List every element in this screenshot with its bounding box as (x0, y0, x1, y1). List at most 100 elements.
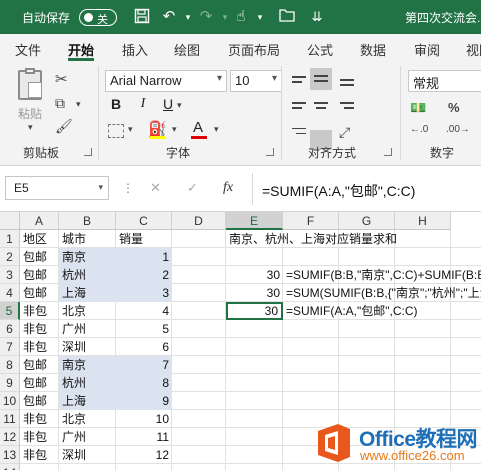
row-header-11[interactable]: 11 (0, 410, 20, 428)
cell-a2[interactable]: 包邮 (20, 248, 59, 266)
format-painter-icon[interactable]: 🖌 (55, 118, 73, 135)
row-header-7[interactable]: 7 (0, 338, 20, 356)
borders-dropdown-icon[interactable]: ▾ (128, 124, 133, 135)
cell-c7[interactable]: 6 (116, 338, 172, 356)
cell-e1[interactable]: 南京、杭州、上海对应销量求和 (226, 230, 400, 248)
cell-a5[interactable]: 非包 (20, 302, 59, 320)
cell-a4[interactable]: 包邮 (20, 284, 59, 302)
clipboard-launcher-icon[interactable] (84, 148, 92, 156)
cell-b12[interactable]: 广州 (59, 428, 116, 446)
enter-icon[interactable]: ✓ (187, 180, 198, 196)
orientation-icon[interactable]: ⤢ (339, 124, 350, 141)
open-folder-icon[interactable] (278, 8, 296, 26)
row-header-8[interactable]: 8 (0, 356, 20, 374)
cell-c10[interactable]: 9 (116, 392, 172, 410)
formula-input[interactable]: =SUMIF(A:A,"包邮",C:C) (262, 181, 415, 201)
row-header-14[interactable]: 14 (0, 464, 20, 470)
cell-b6[interactable]: 广州 (59, 320, 116, 338)
cell-c6[interactable]: 5 (116, 320, 172, 338)
font-name-select[interactable]: Arial Narrow ▾ (105, 70, 227, 92)
copy-dropdown-icon[interactable]: ▾ (76, 99, 81, 110)
cell-b11[interactable]: 北京 (59, 410, 116, 428)
cell-f3[interactable]: =SUMIF(B:B,"南京",C:C)+SUMIF(B:B,"杭州",C:C) (283, 266, 481, 284)
row-header-1[interactable]: 1 (0, 230, 20, 248)
cancel-icon[interactable]: ✕ (150, 180, 161, 196)
alignment-launcher-icon[interactable] (384, 148, 392, 156)
autosave-toggle[interactable]: 关 (79, 9, 117, 26)
percent-style-icon[interactable]: % (448, 100, 460, 115)
tab-file[interactable]: 文件 (15, 40, 41, 59)
align-middle-icon[interactable] (310, 68, 332, 90)
cell-b9[interactable]: 杭州 (59, 374, 116, 392)
save-icon[interactable] (133, 8, 151, 26)
column-header-h[interactable]: H (395, 212, 451, 230)
cell-c8[interactable]: 7 (116, 356, 172, 374)
tab-data[interactable]: 数据 (360, 40, 386, 59)
underline-button[interactable]: U (160, 96, 176, 112)
undo-dropdown-icon[interactable]: ▾ (179, 8, 197, 26)
tab-page-layout[interactable]: 页面布局 (228, 40, 280, 59)
cell-c3[interactable]: 2 (116, 266, 172, 284)
cell-a9[interactable]: 包邮 (20, 374, 59, 392)
tab-draw[interactable]: 绘图 (174, 40, 200, 59)
tab-insert[interactable]: 插入 (122, 40, 148, 59)
cell-a13[interactable]: 非包 (20, 446, 59, 464)
row-header-5[interactable]: 5 (0, 302, 20, 320)
touch-mode-icon[interactable]: ☝ (232, 8, 250, 26)
cell-b5[interactable]: 北京 (59, 302, 116, 320)
cell-c4[interactable]: 3 (116, 284, 172, 302)
cell-b10[interactable]: 上海 (59, 392, 116, 410)
cell-c11[interactable]: 10 (116, 410, 172, 428)
cell-b7[interactable]: 深圳 (59, 338, 116, 356)
cut-icon[interactable]: ✂ (55, 70, 68, 88)
borders-icon[interactable] (108, 124, 124, 138)
row-header-3[interactable]: 3 (0, 266, 20, 284)
copy-icon[interactable]: ⧉ (55, 95, 65, 112)
cell-b13[interactable]: 深圳 (59, 446, 116, 464)
cell-a7[interactable]: 非包 (20, 338, 59, 356)
paste-label[interactable]: 粘贴 (18, 105, 42, 122)
row-header-9[interactable]: 9 (0, 374, 20, 392)
cell-f4[interactable]: =SUM(SUMIF(B:B,{"南京";"杭州";"上海"},C:C)) (283, 284, 481, 302)
font-launcher-icon[interactable] (266, 148, 274, 156)
cell-a3[interactable]: 包邮 (20, 266, 59, 284)
cell-e3[interactable]: 30 (226, 266, 283, 284)
cell-c12[interactable]: 11 (116, 428, 172, 446)
undo-icon[interactable]: ↶ (160, 8, 178, 26)
redo-icon[interactable]: ↷ (197, 8, 215, 26)
cell-a12[interactable]: 非包 (20, 428, 59, 446)
cell-c1[interactable]: 销量 (116, 230, 172, 248)
tab-review[interactable]: 审阅 (414, 40, 440, 59)
column-header-f[interactable]: F (283, 212, 339, 230)
row-header-2[interactable]: 2 (0, 248, 20, 266)
cell-a10[interactable]: 包邮 (20, 392, 59, 410)
paste-dropdown-icon[interactable]: ▾ (28, 122, 33, 133)
font-color-dropdown-icon[interactable]: ▾ (214, 124, 219, 135)
formula-bar-resize-icon[interactable]: ⋮ (122, 181, 134, 195)
tab-formulas[interactable]: 公式 (307, 40, 333, 59)
column-header-b[interactable]: B (59, 212, 116, 230)
cell-b1[interactable]: 城市 (59, 230, 116, 248)
row-header-4[interactable]: 4 (0, 284, 20, 302)
cell-c5[interactable]: 4 (116, 302, 172, 320)
insert-function-icon[interactable]: fx (223, 180, 233, 196)
cell-a11[interactable]: 非包 (20, 410, 59, 428)
tab-home[interactable]: 开始 (68, 40, 94, 59)
row-header-6[interactable]: 6 (0, 320, 20, 338)
touch-dropdown-icon[interactable]: ▾ (251, 8, 269, 26)
cell-b4[interactable]: 上海 (59, 284, 116, 302)
cell-b8[interactable]: 南京 (59, 356, 116, 374)
cell-a1[interactable]: 地区 (20, 230, 59, 248)
cell-e5[interactable]: 30 (226, 302, 283, 320)
customize-qat-icon[interactable]: ⇊ (308, 8, 326, 26)
font-size-select[interactable]: 10 ▾ (230, 70, 282, 92)
font-color-button[interactable]: A (193, 119, 203, 136)
bold-button[interactable]: B (108, 96, 124, 112)
increase-decimal-icon[interactable]: ←.0 (410, 124, 428, 135)
cell-f5[interactable]: =SUMIF(A:A,"包邮",C:C) (283, 302, 421, 320)
italic-button[interactable]: I (135, 96, 151, 112)
underline-dropdown-icon[interactable]: ▾ (177, 100, 182, 111)
column-header-c[interactable]: C (116, 212, 172, 230)
row-header-12[interactable]: 12 (0, 428, 20, 446)
cell-c13[interactable]: 12 (116, 446, 172, 464)
